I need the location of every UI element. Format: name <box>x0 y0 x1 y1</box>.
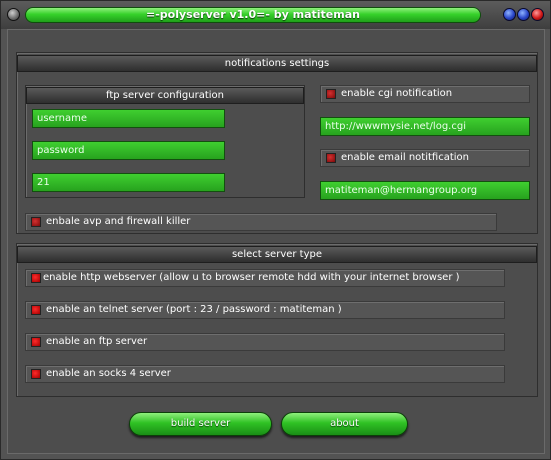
build-server-button[interactable]: build server <box>129 412 272 436</box>
ftp-config-header: ftp server configuration <box>26 87 304 104</box>
app-window: =-polyserver v1.0=- by matiteman notific… <box>0 0 551 460</box>
about-button[interactable]: about <box>281 412 408 436</box>
port-input[interactable]: 21 <box>32 173 225 192</box>
telnet-server-label: enable an telnet server (port : 23 / pas… <box>46 304 342 315</box>
ftp-config-group: ftp server configuration username passwo… <box>25 85 305 198</box>
notifications-group: notifications settings ftp server config… <box>16 52 538 234</box>
close-icon[interactable] <box>531 8 544 21</box>
server-type-group: select server type enable http webserver… <box>16 243 538 397</box>
avp-killer-label: enbale avp and firewall killer <box>46 216 191 227</box>
cgi-notification-checkbox[interactable]: enable cgi notification <box>320 85 530 103</box>
minimize-icon[interactable] <box>503 8 516 21</box>
server-type-header: select server type <box>17 246 537 263</box>
checkbox-icon[interactable] <box>31 369 41 379</box>
http-webserver-label: enable http webserver (allow u to browse… <box>43 272 460 283</box>
cgi-notification-label: enable cgi notification <box>341 88 453 99</box>
checkbox-icon[interactable] <box>326 89 336 99</box>
email-notification-label: enable email notitfication <box>341 152 469 163</box>
password-input[interactable]: password <box>32 141 225 160</box>
maximize-icon[interactable] <box>517 8 530 21</box>
ftp-server-label: enable an ftp server <box>46 336 148 347</box>
username-input[interactable]: username <box>32 109 225 128</box>
notifications-header: notifications settings <box>17 55 537 72</box>
title-bar[interactable]: =-polyserver v1.0=- by matiteman <box>1 1 550 29</box>
checkbox-icon[interactable] <box>31 273 41 283</box>
checkbox-icon[interactable] <box>31 305 41 315</box>
checkbox-icon[interactable] <box>31 217 41 227</box>
email-notification-checkbox[interactable]: enable email notitfication <box>320 149 530 167</box>
socks4-server-label: enable an socks 4 server <box>46 368 171 379</box>
http-webserver-checkbox[interactable]: enable http webserver (allow u to browse… <box>25 269 505 287</box>
avp-killer-checkbox[interactable]: enbale avp and firewall killer <box>25 213 497 231</box>
window-title: =-polyserver v1.0=- by matiteman <box>25 7 481 23</box>
system-menu-icon[interactable] <box>7 8 20 21</box>
main-panel: notifications settings ftp server config… <box>7 29 545 454</box>
email-address-input[interactable]: matiteman@hermangroup.org <box>320 181 530 200</box>
telnet-server-checkbox[interactable]: enable an telnet server (port : 23 / pas… <box>25 301 505 319</box>
checkbox-icon[interactable] <box>326 153 336 163</box>
cgi-url-input[interactable]: http://wwwmysie.net/log.cgi <box>320 117 530 136</box>
ftp-server-checkbox[interactable]: enable an ftp server <box>25 333 505 351</box>
checkbox-icon[interactable] <box>31 337 41 347</box>
socks4-server-checkbox[interactable]: enable an socks 4 server <box>25 365 505 383</box>
